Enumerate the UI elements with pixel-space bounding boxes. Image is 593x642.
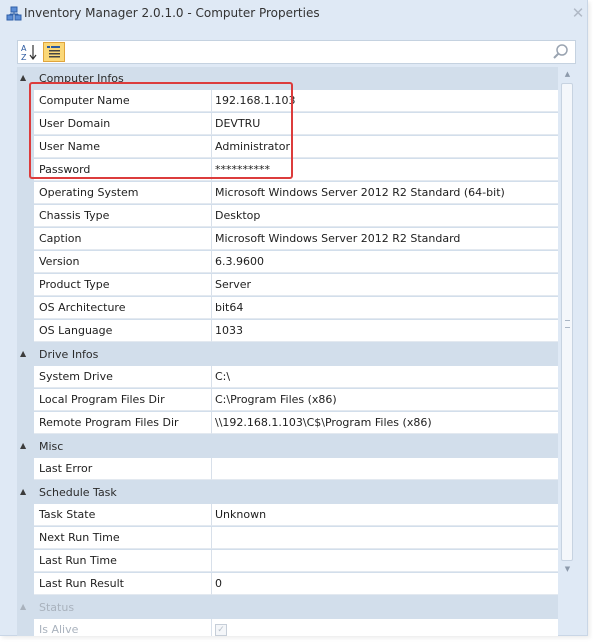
property-row[interactable]: Local Program Files Dir C:\Program Files …	[17, 389, 558, 412]
property-value[interactable]: Microsoft Windows Server 2012 R2 Standar…	[212, 182, 558, 204]
property-name: Operating System	[34, 182, 212, 204]
category-label: Status	[39, 601, 75, 614]
property-value[interactable]	[212, 458, 558, 480]
property-name: OS Architecture	[34, 297, 212, 319]
property-name: Local Program Files Dir	[34, 389, 212, 411]
categorized-view-icon[interactable]	[43, 42, 65, 62]
property-value[interactable]: Desktop	[212, 205, 558, 227]
property-row[interactable]: Chassis Type Desktop	[17, 205, 558, 228]
category-row[interactable]: ▲ Schedule Task	[17, 481, 558, 504]
property-value[interactable]: 1033	[212, 320, 558, 342]
property-row[interactable]: Caption Microsoft Windows Server 2012 R2 …	[17, 228, 558, 251]
property-name: Chassis Type	[34, 205, 212, 227]
category-label: Misc	[39, 440, 64, 453]
property-value[interactable]: C:\Program Files (x86)	[212, 389, 558, 411]
property-row[interactable]: Version 6.3.9600	[17, 251, 558, 274]
property-row[interactable]: Next Run Time	[17, 527, 558, 550]
property-row[interactable]: Last Error	[17, 458, 558, 481]
category-row[interactable]: ▲ Misc	[17, 435, 558, 458]
category-label: Computer Infos	[39, 72, 124, 85]
scroll-down-icon[interactable]: ▼	[560, 562, 575, 576]
property-row[interactable]: Password **********	[17, 159, 558, 182]
vertical-scrollbar[interactable]: ▲ ▼	[560, 67, 575, 576]
property-value[interactable]: 6.3.9600	[212, 251, 558, 273]
property-value[interactable]: Administrator	[212, 136, 558, 158]
svg-text:A: A	[21, 44, 27, 53]
category-row[interactable]: ▲ Status	[17, 596, 558, 619]
property-name: Last Run Result	[34, 573, 212, 595]
property-name: Password	[34, 159, 212, 181]
network-computers-icon	[6, 6, 22, 22]
scroll-up-icon[interactable]: ▲	[560, 67, 575, 81]
property-row[interactable]: User Domain DEVTRU	[17, 113, 558, 136]
property-name: Task State	[34, 504, 212, 526]
property-name: User Domain	[34, 113, 212, 135]
property-row[interactable]: User Name Administrator	[17, 136, 558, 159]
is-alive-checkbox[interactable]: ✓	[215, 624, 227, 636]
scrollbar-grip	[565, 320, 570, 328]
collapse-chevron-icon[interactable]: ▲	[20, 74, 28, 82]
sort-alphabetical-icon[interactable]: A Z	[19, 42, 41, 62]
property-row[interactable]: Remote Program Files Dir \\192.168.1.103\…	[17, 412, 558, 435]
property-name: OS Language	[34, 320, 212, 342]
property-value[interactable]: bit64	[212, 297, 558, 319]
property-row[interactable]: Last Run Time	[17, 550, 558, 573]
property-name: Is Alive	[34, 619, 212, 636]
property-name: System Drive	[34, 366, 212, 388]
property-name: Version	[34, 251, 212, 273]
collapse-chevron-icon[interactable]: ▲	[20, 442, 28, 450]
property-row[interactable]: Last Run Result 0	[17, 573, 558, 596]
property-value[interactable]: C:\	[212, 366, 558, 388]
property-value[interactable]: ✓	[212, 619, 558, 636]
properties-window: Inventory Manager 2.0.1.0 - Computer Pro…	[0, 0, 588, 636]
property-value[interactable]	[212, 550, 558, 572]
property-name: Product Type	[34, 274, 212, 296]
property-row[interactable]: Computer Name 192.168.1.103	[17, 90, 558, 113]
property-name: Next Run Time	[34, 527, 212, 549]
property-value[interactable]: Unknown	[212, 504, 558, 526]
scrollbar-thumb[interactable]	[561, 83, 573, 561]
category-row[interactable]: ▲ Drive Infos	[17, 343, 558, 366]
property-grid-toolbar: A Z	[17, 40, 576, 64]
title-bar[interactable]: Inventory Manager 2.0.1.0 - Computer Pro…	[0, 0, 588, 28]
property-name: Last Run Time	[34, 550, 212, 572]
property-value[interactable]: Microsoft Windows Server 2012 R2 Standar…	[212, 228, 558, 250]
property-value[interactable]: 192.168.1.103	[212, 90, 558, 112]
property-row[interactable]: OS Architecture bit64	[17, 297, 558, 320]
property-value[interactable]: DEVTRU	[212, 113, 558, 135]
property-grid[interactable]: ▲ Computer Infos Computer Name 192.168.1.10…	[17, 67, 558, 636]
property-name: User Name	[34, 136, 212, 158]
property-row[interactable]: Is Alive ✓	[17, 619, 558, 636]
property-value[interactable]: **********	[212, 159, 558, 181]
property-name: Computer Name	[34, 90, 212, 112]
property-value[interactable]	[212, 527, 558, 549]
property-name: Caption	[34, 228, 212, 250]
property-row[interactable]: OS Language 1033	[17, 320, 558, 343]
property-value[interactable]: Server	[212, 274, 558, 296]
close-icon[interactable]: ✕	[570, 5, 586, 21]
category-row[interactable]: ▲ Computer Infos	[17, 67, 558, 90]
collapse-chevron-icon[interactable]: ▲	[20, 350, 28, 358]
category-label: Drive Infos	[39, 348, 99, 361]
property-row[interactable]: System Drive C:\	[17, 366, 558, 389]
collapse-chevron-icon[interactable]: ▲	[20, 603, 28, 611]
collapse-chevron-icon[interactable]: ▲	[20, 488, 28, 496]
property-row[interactable]: Operating System Microsoft Windows Server…	[17, 182, 558, 205]
window-title: Inventory Manager 2.0.1.0 - Computer Pro…	[24, 6, 320, 20]
property-value[interactable]: \\192.168.1.103\C$\Program Files (x86)	[212, 412, 558, 434]
property-name: Last Error	[34, 458, 212, 480]
property-name: Remote Program Files Dir	[34, 412, 212, 434]
svg-text:Z: Z	[21, 53, 27, 62]
property-row[interactable]: Product Type Server	[17, 274, 558, 297]
property-value[interactable]: 0	[212, 573, 558, 595]
category-label: Schedule Task	[39, 486, 117, 499]
search-icon[interactable]	[552, 43, 570, 61]
property-row[interactable]: Task State Unknown	[17, 504, 558, 527]
